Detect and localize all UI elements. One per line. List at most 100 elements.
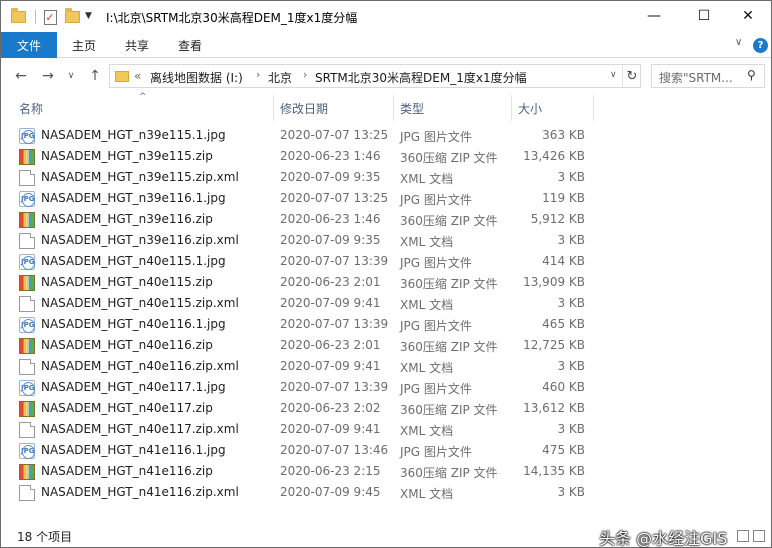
details-view-icon[interactable] [737,530,749,542]
table-row[interactable]: JPG NASADEM_HGT_n40e116.1.jpg 2020-07-07 1… [1,314,771,335]
address-row: ← → ∨ ↑ « 离线地图数据 (I:) › 北京 › SRTM北京30米高程… [1,59,771,93]
quick-access-dropdown-icon[interactable]: ▼ [85,11,92,21]
file-type: XML 文档 [400,298,454,312]
table-row[interactable]: NASADEM_HGT_n40e117.zip.xml 2020-07-09 9:… [1,419,771,440]
column-divider[interactable] [593,95,594,121]
file-type: 360压缩 ZIP 文件 [400,151,498,165]
file-date: 2020-06-23 1:46 [280,212,381,226]
file-name: NASADEM_HGT_n40e117.zip [41,401,213,415]
file-type: JPG 图片文件 [400,382,472,396]
jpg-file-icon: JPG [19,254,35,270]
file-date: 2020-06-23 2:15 [280,464,381,478]
new-folder-icon[interactable] [63,7,81,27]
file-date: 2020-07-07 13:25 [280,191,389,205]
table-row[interactable]: NASADEM_HGT_n39e115.zip 2020-06-23 1:46 36… [1,146,771,167]
file-type: JPG 图片文件 [400,193,472,207]
file-date: 2020-06-23 2:01 [280,338,381,352]
breadcrumb-drive[interactable]: 离线地图数据 (I:) [150,69,243,86]
table-row[interactable]: NASADEM_HGT_n41e116.zip.xml 2020-07-09 9:… [1,482,771,503]
status-bar: 18 个项目 头条 @水经注GIS [1,523,771,548]
file-name: NASADEM_HGT_n40e115.zip [41,275,213,289]
column-header-type[interactable]: 类型 [400,100,424,117]
xml-document-icon [19,170,35,186]
file-date: 2020-07-07 13:39 [280,380,389,394]
file-date: 2020-07-09 9:35 [280,233,381,247]
table-row[interactable]: NASADEM_HGT_n41e116.zip 2020-06-23 2:15 36… [1,461,771,482]
up-arrow-icon[interactable]: ↑ [85,66,105,86]
address-dropdown-icon[interactable]: ∨ [610,70,617,80]
minimize-button[interactable]: — [631,1,677,31]
column-header-size[interactable]: 大小 [518,100,542,117]
column-header-date[interactable]: 修改日期 [280,100,328,117]
file-name: NASADEM_HGT_n41e116.zip [41,464,213,478]
column-divider[interactable] [511,95,512,121]
file-size: 13,909 KB [523,275,585,289]
back-arrow-icon[interactable]: ← [11,66,31,86]
large-icons-view-icon[interactable] [753,530,765,542]
file-type: 360压缩 ZIP 文件 [400,403,498,417]
table-row[interactable]: NASADEM_HGT_n40e117.zip 2020-06-23 2:02 36… [1,398,771,419]
tab-home[interactable]: 主页 [72,32,96,58]
file-type: XML 文档 [400,424,454,438]
chevron-right-icon[interactable]: › [256,68,260,81]
file-name: NASADEM_HGT_n41e116.zip.xml [41,485,239,499]
magnifier-icon[interactable]: ⚲ [747,68,756,82]
table-row[interactable]: NASADEM_HGT_n40e116.zip.xml 2020-07-09 9:… [1,356,771,377]
file-name: NASADEM_HGT_n39e115.zip [41,149,213,163]
table-row[interactable]: JPG NASADEM_HGT_n39e115.1.jpg 2020-07-07 1… [1,125,771,146]
file-size: 14,135 KB [523,464,585,478]
jpg-file-icon: JPG [19,128,35,144]
table-row[interactable]: NASADEM_HGT_n40e115.zip.xml 2020-07-09 9:… [1,293,771,314]
breadcrumb-beijing[interactable]: 北京 [268,69,292,86]
search-input[interactable]: 搜索"SRTM... [659,69,733,86]
file-name: NASADEM_HGT_n40e117.1.jpg [41,380,226,394]
file-type: 360压缩 ZIP 文件 [400,466,498,480]
breadcrumb-overflow[interactable]: « [134,69,141,83]
file-name: NASADEM_HGT_n39e115.zip.xml [41,170,239,184]
watermark: 头条 @水经注GIS [599,529,728,548]
jpg-file-icon: JPG [19,317,35,333]
column-header-name[interactable]: 名称 [19,100,43,117]
table-row[interactable]: JPG NASADEM_HGT_n40e115.1.jpg 2020-07-07 1… [1,251,771,272]
table-row[interactable]: NASADEM_HGT_n40e115.zip 2020-06-23 2:01 36… [1,272,771,293]
refresh-icon[interactable]: ↻ [622,65,641,87]
chevron-right-icon[interactable]: › [303,68,307,81]
file-size: 3 KB [557,233,585,247]
maximize-button[interactable]: ☐ [681,1,727,31]
tab-view[interactable]: 查看 [178,32,202,58]
file-date: 2020-07-09 9:45 [280,485,381,499]
address-bar[interactable]: « 离线地图数据 (I:) › 北京 › SRTM北京30米高程DEM_1度x1… [109,64,641,88]
xml-document-icon [19,422,35,438]
table-row[interactable]: NASADEM_HGT_n40e116.zip 2020-06-23 2:01 36… [1,335,771,356]
column-divider[interactable] [273,95,274,121]
column-divider[interactable] [393,95,394,121]
file-size: 3 KB [557,296,585,310]
folder-icon[interactable] [9,7,27,27]
table-row[interactable]: JPG NASADEM_HGT_n40e117.1.jpg 2020-07-07 1… [1,377,771,398]
file-name: NASADEM_HGT_n40e115.zip.xml [41,296,239,310]
column-header-row: ^ 名称 修改日期 类型 大小 [1,92,771,121]
table-row[interactable]: NASADEM_HGT_n39e115.zip.xml 2020-07-09 9:… [1,167,771,188]
file-type: JPG 图片文件 [400,256,472,270]
file-type: XML 文档 [400,487,454,501]
close-button[interactable]: ✕ [725,1,771,31]
table-row[interactable]: NASADEM_HGT_n39e116.zip 2020-06-23 1:46 36… [1,209,771,230]
xml-document-icon [19,485,35,501]
xml-document-icon [19,359,35,375]
ribbon-expand-icon[interactable]: ∨ [735,37,742,48]
file-name: NASADEM_HGT_n40e115.1.jpg [41,254,226,268]
folder-icon [115,71,129,82]
recent-locations-chevron-icon[interactable]: ∨ [61,66,81,86]
jpg-file-icon: JPG [19,443,35,459]
search-box[interactable]: 搜索"SRTM... ⚲ [651,64,765,88]
table-row[interactable]: NASADEM_HGT_n39e116.zip.xml 2020-07-09 9:… [1,230,771,251]
file-type: 360压缩 ZIP 文件 [400,277,498,291]
table-row[interactable]: JPG NASADEM_HGT_n41e116.1.jpg 2020-07-07 1… [1,440,771,461]
table-row[interactable]: JPG NASADEM_HGT_n39e116.1.jpg 2020-07-07 1… [1,188,771,209]
breadcrumb-current-folder[interactable]: SRTM北京30米高程DEM_1度x1度分幅 [315,69,527,86]
tab-file[interactable]: 文件 [1,32,57,58]
help-icon[interactable]: ? [753,38,768,53]
properties-icon[interactable]: ✓ [41,7,59,27]
forward-arrow-icon[interactable]: → [38,66,58,86]
tab-share[interactable]: 共享 [125,32,149,58]
